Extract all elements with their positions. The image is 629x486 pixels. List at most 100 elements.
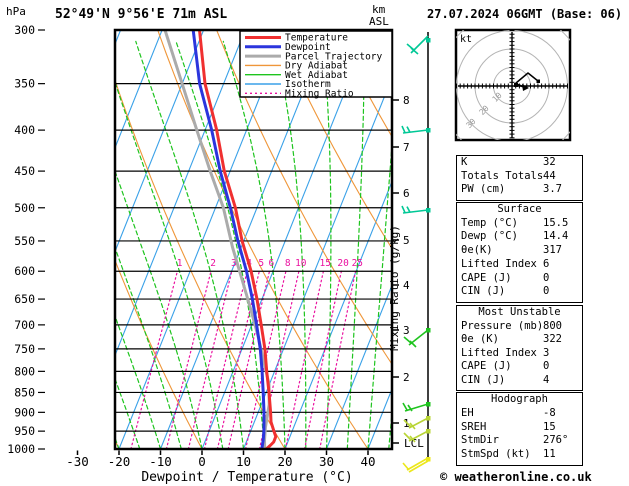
skewt-sounding-app: hPa 52°49'N 9°56'E 71m ASL km ASL 27.07.…	[0, 0, 629, 486]
panel-row: Temp (°C) 15.5	[457, 217, 582, 231]
panel-row-value: 6	[543, 257, 550, 270]
panel-row-label: SREH	[461, 420, 487, 433]
panel-row-value: 3.7	[543, 183, 562, 196]
svg-text:500: 500	[14, 201, 35, 215]
svg-text:15: 15	[319, 258, 330, 269]
panel-row-label: θe (K)	[461, 333, 499, 345]
svg-text:2: 2	[210, 258, 216, 269]
panel-row: SREH 15	[457, 421, 582, 435]
panel-row: θe (K) 322	[457, 333, 582, 347]
panel-row-label: Lifted Index	[461, 257, 537, 270]
pressure-axis: 300 350 400 450 500 550 600 650 700 750 800 850 900 9…	[7, 23, 45, 456]
svg-text:10: 10	[236, 454, 251, 469]
svg-text:850: 850	[14, 385, 35, 399]
svg-text:6: 6	[403, 187, 410, 200]
panel-box-most-unstable: Most Unstable Pressure (mb) 800 θe (K) 322 Li…	[456, 305, 583, 391]
panel-row: K 32	[457, 156, 582, 170]
panel-row-value: 0	[543, 285, 550, 298]
svg-text:0: 0	[198, 454, 206, 469]
panel-row-label: CAPE (J)	[461, 360, 512, 372]
svg-text:1000: 1000	[7, 442, 35, 456]
panel-row-label: CAPE (J)	[461, 271, 512, 284]
panel-row-label: EH	[461, 406, 474, 419]
altitude-axis: 87654321LCLMixing Ratio (g/kg)	[388, 94, 424, 450]
panel-row-value: 0	[543, 360, 550, 372]
wind-barb	[402, 402, 431, 412]
panel-box-header: Most Unstable	[478, 306, 561, 318]
panel-row: CIN (J) 4	[457, 374, 582, 388]
svg-text:650: 650	[14, 292, 35, 306]
svg-text:8: 8	[403, 94, 410, 107]
svg-text:4: 4	[403, 279, 410, 292]
svg-text:3: 3	[403, 324, 410, 337]
svg-text:950: 950	[14, 424, 35, 438]
panel-row-value: 317	[543, 244, 562, 257]
panel-box-surface: Surface Temp (°C) 15.5 Dewp (°C) 14.4 θe(K) 31…	[456, 202, 583, 303]
mixing-ratio-labels: 1 2 3 4 5 6 8 10 15 20 25	[177, 258, 363, 269]
panel-box-hodograph: Hodograph EH -8 SREH 15 StmDir 276° StmSpd (kt)…	[456, 392, 583, 466]
panel-row-value: 322	[543, 333, 562, 345]
panel-row: PW (cm) 3.7	[457, 183, 582, 197]
panel-row-label: Lifted Index	[461, 346, 537, 359]
panel-row-value: 3	[543, 346, 550, 359]
panel-row: θe(K) 317	[457, 244, 582, 258]
panel-row-label: K	[461, 156, 468, 168]
svg-text:5: 5	[258, 258, 264, 269]
svg-text:-20: -20	[108, 454, 131, 469]
svg-text:7: 7	[403, 141, 410, 154]
panel-row: Pressure (mb) 800	[457, 320, 582, 334]
panel-row-label: θe(K)	[461, 244, 493, 257]
chart-legend: TemperatureDewpointParcel TrajectoryDry …	[239, 30, 393, 100]
wind-barb	[406, 35, 431, 55]
panel-row-value: 44	[543, 169, 556, 182]
panel-row-label: Temp (°C)	[461, 216, 518, 229]
panel-row-value: 14.4	[543, 230, 569, 243]
svg-text:30: 30	[319, 454, 334, 469]
panel-row-value: 276°	[543, 434, 569, 447]
wind-barb	[402, 457, 431, 473]
panel-row-label: Pressure (mb)	[461, 319, 544, 332]
panel-row-value: 15.5	[543, 216, 569, 229]
svg-text:8: 8	[285, 258, 291, 269]
svg-text:-30: -30	[66, 454, 89, 469]
panel-row-label: Totals Totals	[461, 169, 544, 182]
svg-text:700: 700	[14, 318, 35, 332]
panel-row: CIN (J) 0	[457, 285, 582, 299]
panel-row-value: 11	[543, 448, 556, 461]
panel-row-label: StmSpd (kt)	[461, 448, 531, 461]
panel-row-value: 32	[543, 156, 556, 168]
panel-row: EH -8	[457, 407, 582, 421]
panel-row: Lifted Index 6	[457, 258, 582, 272]
svg-text:Mixing Ratio (g/kg): Mixing Ratio (g/kg)	[388, 225, 401, 351]
svg-text:550: 550	[14, 234, 35, 248]
temperature-axis: -30 -20 -10 0 10 20 30 40 Dewpoint / Temperature…	[66, 450, 376, 485]
svg-text:900: 900	[14, 405, 35, 419]
panel-row-value: 800	[543, 319, 562, 332]
panel-row: Totals Totals 44	[457, 170, 582, 184]
panel-row: StmDir 276°	[457, 434, 582, 448]
svg-text:Dewpoint / Temperature (°C): Dewpoint / Temperature (°C)	[141, 470, 352, 485]
svg-text:1: 1	[177, 258, 183, 269]
panel-row-value: 0	[543, 271, 550, 284]
svg-text:Mixing Ratio: Mixing Ratio	[285, 89, 354, 100]
panel-box-indices: K 32 Totals Totals 44 PW (cm) 3.7	[456, 155, 583, 201]
panel-row: CAPE (J) 0	[457, 272, 582, 286]
panel-box-header: Hodograph	[491, 393, 548, 405]
panel-row-label: CIN (J)	[461, 373, 506, 386]
svg-text:20: 20	[277, 454, 292, 469]
svg-text:20: 20	[337, 258, 349, 269]
credit-footer: © weatheronline.co.uk	[440, 470, 592, 484]
svg-text:450: 450	[14, 164, 35, 178]
svg-text:6: 6	[269, 258, 275, 269]
svg-text:2: 2	[403, 371, 410, 384]
panel-row: Dewp (°C) 14.4	[457, 230, 582, 244]
panel-box-header: Surface	[497, 203, 542, 215]
panel-row: CAPE (J) 0	[457, 360, 582, 374]
svg-text:600: 600	[14, 264, 35, 278]
wind-barb	[401, 205, 431, 214]
panel-row-label: StmDir	[461, 434, 499, 447]
svg-text:400: 400	[14, 123, 35, 137]
panel-row-value: 15	[543, 420, 556, 433]
svg-text:300: 300	[14, 23, 35, 37]
svg-text:40: 40	[360, 454, 375, 469]
